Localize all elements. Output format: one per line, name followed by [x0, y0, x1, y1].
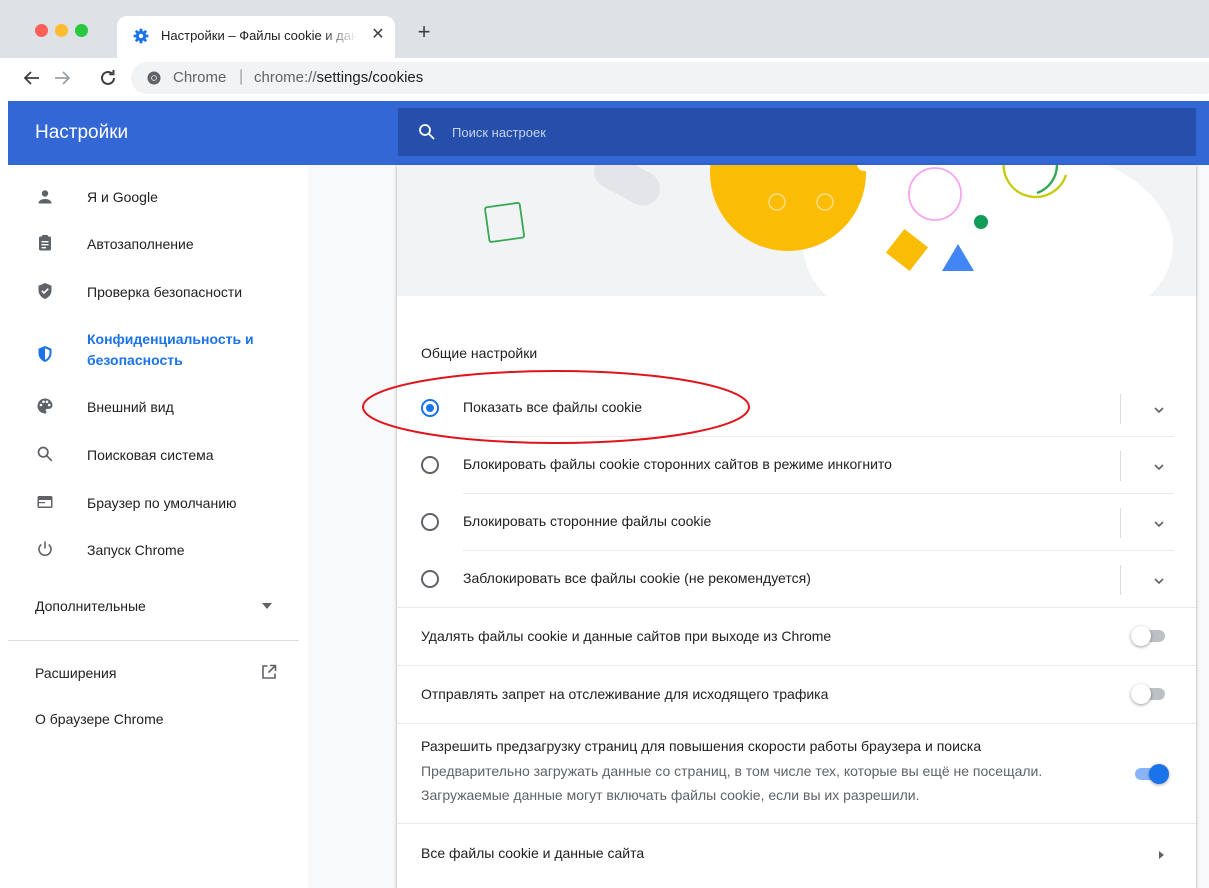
sidebar-item-label: Запуск Chrome [87, 542, 185, 558]
reload-icon[interactable] [96, 66, 120, 90]
sidebar-item-label: безопасность [87, 352, 183, 368]
sidebar-item-autofill[interactable]: Автозаполнение [8, 221, 308, 267]
clipboard-icon [39, 235, 51, 251]
do-not-track-row[interactable]: Отправлять запрет на отслеживание для ис… [397, 666, 1196, 723]
browser-window-icon [37, 496, 53, 508]
extensions-label: Расширения [35, 665, 117, 681]
caret-down-icon [262, 603, 272, 609]
option-label: Блокировать сторонние файлы cookie [463, 513, 712, 529]
row-vertical-divider [1120, 565, 1121, 595]
sidebar-item-label: Внешний вид [87, 399, 174, 415]
sidebar-item-privacy-security[interactable]: Конфиденциальность и безопасность [8, 325, 308, 385]
page-title: Настройки [35, 122, 129, 143]
row-vertical-divider [1120, 451, 1121, 481]
shield-half-icon [38, 346, 52, 362]
cookies-settings-card: Общие настройки Показать все файлы cooki… [397, 165, 1196, 888]
search-input[interactable] [452, 122, 1152, 142]
back-arrow-icon[interactable] [20, 66, 44, 90]
row-vertical-divider [1120, 394, 1121, 424]
sidebar-item-label: Конфиденциальность и [87, 331, 254, 347]
sidebar-item-default-browser[interactable]: Браузер по умолчанию [8, 480, 308, 526]
all-cookies-link-label: Все файлы cookie и данные сайта [421, 845, 645, 861]
url-text: chrome://settings/cookies [254, 69, 424, 86]
palette-icon [37, 398, 53, 414]
open-in-new-icon [262, 664, 277, 679]
general-settings-heading: Общие настройки [421, 345, 538, 361]
sidebar-item-safety-check[interactable]: Проверка безопасности [8, 269, 308, 315]
sidebar-item-appearance[interactable]: Внешний вид [8, 384, 308, 430]
option-label: Блокировать файлы cookie сторонних сайто… [463, 456, 892, 472]
search-icon [37, 446, 53, 462]
chevron-down-icon[interactable] [1149, 400, 1169, 420]
do-not-track-toggle[interactable] [1131, 684, 1171, 704]
sidebar-divider [8, 640, 299, 641]
gear-icon [133, 28, 149, 44]
address-bar[interactable]: Chrome | chrome://settings/cookies [131, 62, 1209, 94]
maximize-window-button[interactable] [75, 24, 88, 37]
person-icon [38, 190, 52, 204]
chevron-right-icon [1159, 851, 1164, 859]
radio-button[interactable] [421, 456, 439, 474]
sidebar-item-on-startup[interactable]: Запуск Chrome [8, 527, 308, 573]
chrome-icon [147, 71, 161, 85]
toggle-label: Разрешить предзагрузку страниц для повыш… [421, 738, 982, 754]
row-vertical-divider [1120, 508, 1121, 538]
toggle-description: Предварительно загружать данные со стран… [421, 763, 1043, 779]
option-label: Заблокировать все файлы cookie (не реком… [463, 570, 811, 586]
omnibox-separator: | [239, 68, 244, 85]
chevron-down-icon[interactable] [1149, 514, 1169, 534]
about-label: О браузере Chrome [35, 711, 164, 727]
minimize-window-button[interactable] [55, 24, 68, 37]
sidebar-item-label: Автозаполнение [87, 236, 194, 252]
clear-on-exit-toggle[interactable] [1131, 626, 1171, 646]
forward-arrow-icon[interactable] [50, 66, 74, 90]
tab-strip: Настройки – Файлы cookie и данные сайтов… [0, 0, 1209, 58]
toggle-label: Удалять файлы cookie и данные сайтов при… [421, 628, 832, 644]
sidebar-item-label: Поисковая система [87, 447, 214, 463]
site-identity-label: Chrome [173, 69, 227, 86]
new-tab-button[interactable]: + [414, 21, 434, 43]
power-icon [38, 541, 52, 556]
toggle-description: Загружаемые данные могут включать файлы … [421, 787, 920, 803]
toggle-knob [1131, 684, 1151, 704]
tab-close-icon[interactable]: ✕ [369, 26, 387, 44]
close-window-button[interactable] [35, 24, 48, 37]
sidebar-item-label: Браузер по умолчанию [87, 495, 237, 511]
cookie-option-block-all[interactable]: Заблокировать все файлы cookie (не реком… [397, 551, 1196, 608]
chevron-down-icon[interactable] [1149, 571, 1169, 591]
toggle-label: Отправлять запрет на отслеживание для ис… [421, 686, 829, 702]
sidebar-item-you-and-google[interactable]: Я и Google [8, 174, 308, 220]
radio-button[interactable] [421, 513, 439, 531]
settings-header: Настройки [8, 101, 1209, 165]
sidebar-advanced-toggle[interactable]: Дополнительные [8, 583, 308, 629]
sidebar-item-label: Я и Google [87, 189, 158, 205]
chevron-down-icon[interactable] [1149, 457, 1169, 477]
cookies-illustration [397, 165, 1196, 296]
active-tab[interactable]: Настройки – Файлы cookie и данные сайтов… [117, 16, 395, 58]
clear-cookies-on-exit-row[interactable]: Удалять файлы cookie и данные сайтов при… [397, 608, 1196, 665]
preload-pages-row[interactable]: Разрешить предзагрузку страниц для повыш… [397, 724, 1196, 823]
cookie-option-block-third-party[interactable]: Блокировать сторонние файлы cookie [397, 494, 1196, 551]
sidebar-item-about-chrome[interactable]: О браузере Chrome [8, 698, 308, 744]
shield-check-icon [38, 283, 52, 299]
radio-button[interactable] [421, 570, 439, 588]
preload-pages-toggle[interactable] [1131, 764, 1171, 784]
settings-search[interactable] [398, 108, 1196, 156]
toggle-knob [1131, 626, 1151, 646]
tab-title: Настройки – Файлы cookie и данные сайтов [161, 28, 357, 43]
sidebar-item-search-engine[interactable]: Поисковая система [8, 432, 308, 478]
annotation-highlight-oval [362, 370, 750, 444]
sidebar-item-extensions[interactable]: Расширения [8, 650, 308, 696]
toggle-knob [1149, 764, 1169, 784]
cookies-illustration-graphic [484, 165, 1173, 296]
sidebar: Я и Google Автозаполнение Проверка безоп… [8, 165, 308, 888]
browser-toolbar: Chrome | chrome://settings/cookies [0, 58, 1209, 98]
sidebar-item-label: Проверка безопасности [87, 284, 243, 300]
advanced-label: Дополнительные [35, 598, 146, 614]
all-cookies-site-data-row[interactable]: Все файлы cookie и данные сайта [397, 824, 1196, 884]
search-icon [419, 124, 435, 140]
